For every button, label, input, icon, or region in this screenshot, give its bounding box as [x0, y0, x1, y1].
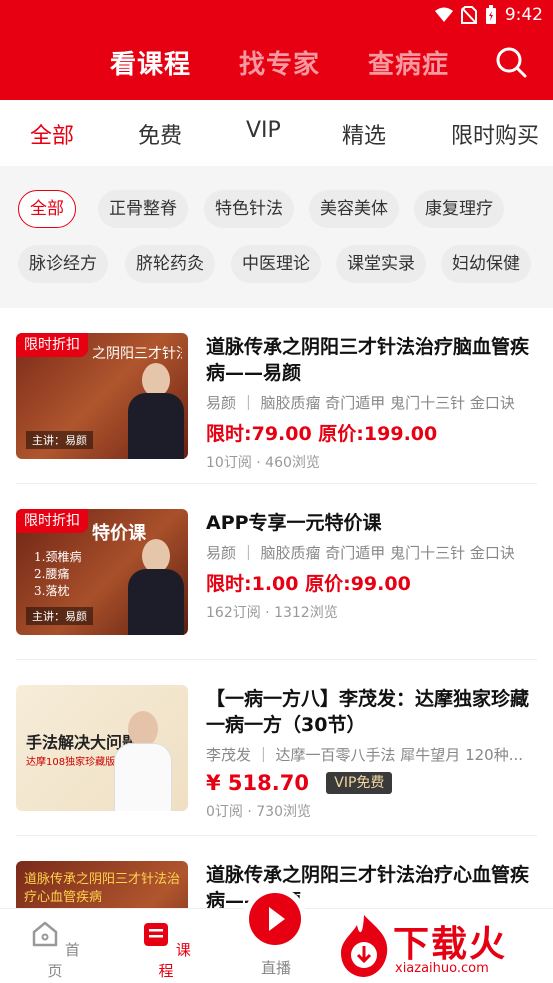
discount-badge: 限时折扣: [16, 333, 88, 357]
nav-live-label[interactable]: 直播: [246, 957, 306, 978]
chip-tcm-theory[interactable]: 中医理论: [231, 245, 321, 283]
app-root: 9:42 看课程 找专家 查病症 全部 免费 VIP 精选 限时购买 全部 正骨…: [0, 0, 553, 983]
chip-all[interactable]: 全部: [18, 190, 76, 228]
thumb-speaker: 主讲：易颜: [26, 607, 93, 625]
watermark-text: 下载火: [393, 924, 508, 965]
search-icon[interactable]: [495, 46, 527, 78]
battery-charging-icon: [485, 5, 496, 24]
course-stats: 10订阅 · 460浏览: [206, 455, 320, 471]
chip-class-recording[interactable]: 课堂实录: [336, 245, 426, 283]
subtab-limited-sale[interactable]: 限时购买: [451, 118, 539, 150]
course-title: 道脉传承之阴阳三才针法治疗脑血管疾病——易颜: [206, 336, 530, 384]
course-thumbnail: 之阴阳三才针法治疗脑血管疾病 主讲：易颜 限时折扣: [16, 333, 188, 459]
thumb-title: 之阴阳三才针法治疗脑血管疾病: [92, 346, 182, 362]
tab-diseases[interactable]: 查病症: [368, 44, 449, 81]
course-tags: 李茂发 ｜ 达摩一百零八手法 犀牛望月 120种...: [206, 746, 524, 764]
subtab-vip[interactable]: VIP: [246, 118, 281, 143]
course-price: 限时:1.00 原价:99.00: [206, 573, 411, 595]
course-item[interactable]: 特价课 1.颈椎病 2.腰痛 3.落枕 主讲：易颜 限时折扣 APP专享一元特价课 …: [0, 484, 553, 660]
thumb-speaker: 主讲：易颜: [26, 431, 93, 449]
thumb-title: 特价课: [92, 523, 146, 544]
course-tags: 易颜 ｜ 脑胶质瘤 奇门遁甲 鬼门十三针 金口诀: [206, 394, 515, 412]
main-tabs: 看课程 找专家 查病症: [0, 44, 553, 84]
watermark-url: xiazaihuo.com: [395, 961, 489, 976]
flame-logo-icon: [341, 915, 388, 977]
watermark-logo: 下载火 xiazaihuo.com: [329, 913, 549, 983]
course-stats: 162订阅 · 1312浏览: [206, 605, 338, 621]
status-bar: 9:42: [0, 0, 553, 30]
course-price: ¥ 518.70: [206, 771, 309, 795]
chip-pulse-diagnosis[interactable]: 脉诊经方: [18, 245, 108, 283]
status-time: 9:42: [504, 5, 543, 25]
live-play-icon: [269, 907, 285, 931]
course-item[interactable]: 手法解决大问题 达摩108独家珍藏版 【一病一方八】李茂发：达摩独家珍藏一病一方…: [0, 660, 553, 836]
vip-free-badge: VIP免费: [326, 772, 393, 794]
thumb-title: 道脉传承之阴阳三才针法治疗心血管疾病: [24, 872, 181, 905]
subtab-all[interactable]: 全部: [30, 118, 74, 150]
course-item[interactable]: 之阴阳三才针法治疗脑血管疾病 主讲：易颜 限时折扣 道脉传承之阴阳三才针法治疗脑…: [0, 308, 553, 484]
tab-experts[interactable]: 找专家: [239, 44, 320, 81]
nav-courses[interactable]: 课程: [136, 919, 196, 981]
course-thumbnail: 特价课 1.颈椎病 2.腰痛 3.落枕 主讲：易颜 限时折扣: [16, 509, 188, 635]
course-stats: 0订阅 · 730浏览: [206, 804, 311, 820]
course-title: 【一病一方八】李茂发：达摩独家珍藏一病一方（30节）: [206, 688, 530, 736]
wifi-icon: [434, 7, 453, 22]
subtab-featured[interactable]: 精选: [342, 118, 386, 150]
course-title: APP专享一元特价课: [206, 512, 382, 534]
course-thumbnail: 手法解决大问题 达摩108独家珍藏版: [16, 685, 188, 811]
filter-chips: 全部 正骨整脊 特色针法 美容美体 康复理疗 脉诊经方 脐轮药灸 中医理论 课堂…: [0, 166, 553, 308]
course-price: 限时:79.00 原价:199.00: [206, 423, 438, 445]
course-thumbnail: 道脉传承之阴阳三才针法治疗心血管疾病: [16, 861, 188, 908]
course-list: 之阴阳三才针法治疗脑血管疾病 主讲：易颜 限时折扣 道脉传承之阴阳三才针法治疗脑…: [0, 308, 553, 908]
home-icon: [32, 921, 58, 947]
no-sim-icon: [460, 6, 477, 24]
course-tags: 易颜 ｜ 脑胶质瘤 奇门遁甲 鬼门十三针 金口诀: [206, 544, 515, 562]
discount-badge: 限时折扣: [16, 509, 88, 533]
live-play-button[interactable]: [243, 887, 307, 951]
chip-beauty[interactable]: 美容美体: [309, 190, 399, 228]
chip-bone-setting[interactable]: 正骨整脊: [98, 190, 188, 228]
chip-acupuncture[interactable]: 特色针法: [204, 190, 294, 228]
subtab-free[interactable]: 免费: [138, 118, 182, 150]
course-icon: [144, 923, 169, 946]
tab-courses[interactable]: 看课程: [110, 44, 191, 81]
bottom-nav: 首页 课程 直播 下载火 xiazaihuo.com: [0, 887, 553, 983]
top-header: 9:42 看课程 找专家 查病症: [0, 0, 553, 100]
chip-rehab[interactable]: 康复理疗: [414, 190, 504, 228]
chip-maternal-child[interactable]: 妇幼保健: [441, 245, 531, 283]
nav-home[interactable]: 首页: [25, 919, 85, 981]
thumb-speaker: 达摩108独家珍藏版: [26, 757, 116, 768]
chip-navel-moxibustion[interactable]: 脐轮药灸: [125, 245, 215, 283]
category-subtabs: 全部 免费 VIP 精选 限时购买: [0, 100, 553, 166]
